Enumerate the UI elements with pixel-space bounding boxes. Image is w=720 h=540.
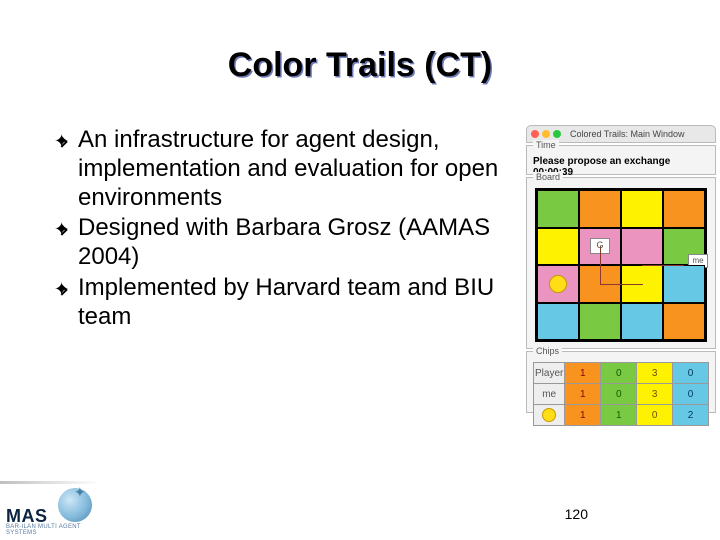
table-row: me 1 0 3 0 [534, 384, 709, 405]
board-cell [621, 190, 663, 228]
chips-row-player [534, 405, 565, 426]
close-icon[interactable] [531, 130, 539, 138]
chip-count: 3 [637, 363, 673, 384]
chip-count: 1 [565, 363, 601, 384]
board-cell [579, 303, 621, 341]
chips-table: Player 1 0 3 0 me 1 0 3 0 1 1 0 [533, 362, 709, 426]
board-cell [663, 303, 705, 341]
board-cell [663, 190, 705, 228]
bullet-text: An infrastructure for agent design, impl… [78, 126, 498, 211]
board-cell [579, 190, 621, 228]
table-row: Player 1 0 3 0 [534, 363, 709, 384]
bullet-list: ✦An infrastructure for agent design, imp… [58, 126, 500, 332]
table-row: 1 1 0 2 [534, 405, 709, 426]
path-line [600, 246, 643, 285]
board-cell [537, 265, 579, 303]
zoom-icon[interactable] [553, 130, 561, 138]
chips-panel-label: Chips [533, 346, 562, 356]
bullet-item: ✦Implemented by Harvard team and BIU tea… [58, 274, 500, 332]
chip-count: 1 [565, 384, 601, 405]
sun-icon [542, 408, 556, 422]
slide-title: Color Trails (CT) Color Trails (CT) [0, 46, 720, 85]
logo-subtitle: BAR-ILAN MULTI AGENT SYSTEMS [6, 524, 104, 536]
board-cell [621, 303, 663, 341]
board-cell [537, 190, 579, 228]
page-number: 120 [565, 506, 588, 522]
board-panel: Board G me [526, 177, 716, 349]
time-panel-label: Time [533, 140, 559, 150]
bullet-item: ✦Designed with Barbara Grosz (AAMAS 2004… [58, 214, 500, 272]
bullet-text: Implemented by Harvard team and BIU team [78, 274, 494, 330]
window-title: Colored Trails: Main Window [570, 129, 685, 139]
chip-count: 0 [601, 363, 637, 384]
chip-count: 1 [565, 405, 601, 426]
logo: ✦ MAS BAR-ILAN MULTI AGENT SYSTEMS [4, 484, 104, 534]
path-line [642, 265, 684, 266]
chip-count: 2 [673, 405, 709, 426]
bullet-item: ✦An infrastructure for agent design, imp… [58, 126, 500, 212]
slide: Color Trails (CT) Color Trails (CT) ✦An … [0, 0, 720, 540]
bullet-marker: ✦ [54, 279, 69, 301]
sun-icon [549, 275, 567, 293]
chip-count: 1 [601, 405, 637, 426]
board-cell [537, 228, 579, 266]
chip-count: 0 [673, 363, 709, 384]
time-panel: Time Please propose an exchange 00:00:39 [526, 145, 716, 175]
board-cell: me [663, 228, 705, 266]
bullet-marker: ✦ [54, 219, 69, 241]
chip-count: 0 [673, 384, 709, 405]
chip-count: 3 [637, 384, 673, 405]
board-cell [663, 265, 705, 303]
chip-count: 0 [601, 384, 637, 405]
bullet-marker: ✦ [54, 131, 69, 153]
minimize-icon[interactable] [542, 130, 550, 138]
bullet-text: Designed with Barbara Grosz (AAMAS 2004) [78, 214, 490, 270]
app-window: Colored Trails: Main Window Time Please … [526, 125, 716, 465]
chip-count: 0 [637, 405, 673, 426]
title-text: Color Trails (CT) [228, 46, 492, 84]
board-cell [537, 303, 579, 341]
board-panel-label: Board [533, 172, 563, 182]
content-area: ✦An infrastructure for agent design, imp… [58, 126, 500, 334]
chips-row-player: me [534, 384, 565, 405]
chips-panel: Chips Player 1 0 3 0 me 1 0 3 0 [526, 351, 716, 413]
game-board: G me [535, 188, 707, 342]
star-icon: ✦ [74, 484, 86, 501]
chips-header-player: Player [534, 363, 565, 384]
